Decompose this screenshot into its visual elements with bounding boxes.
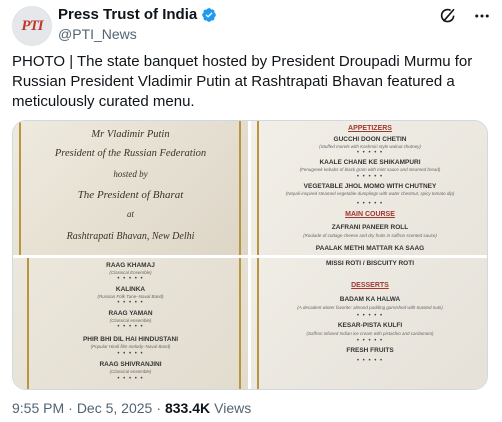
music-name: RAAG YAMAN	[108, 310, 153, 317]
pti-logo: PTI	[21, 17, 43, 34]
card-line: hosted by	[113, 169, 148, 179]
media-grid: Mr Vladimir Putin President of the Russi…	[12, 120, 488, 390]
timestamp-date[interactable]: Dec 5, 2025	[77, 400, 153, 416]
views-count[interactable]: 833.4K	[165, 400, 210, 416]
dish-name: ZAFRANI PANEER ROLL	[331, 224, 409, 231]
card-border	[27, 258, 29, 389]
menu-heading: APPETIZERS	[348, 125, 392, 132]
music-desc: (Russian Folk Tune–Naval Band)	[97, 294, 164, 299]
photo-menu-card[interactable]: Mr Vladimir Putin President of the Russi…	[13, 121, 248, 255]
more-icon[interactable]	[472, 6, 492, 26]
dish-desc: (Nepali-inspired steamed vegetable dumpl…	[285, 191, 455, 196]
tweet-meta: 9:55 PM · Dec 5, 2025 · 833.4K Views	[12, 400, 251, 416]
display-name[interactable]: Press Trust of India	[58, 6, 197, 23]
separator: ·	[156, 400, 161, 416]
dish-name: PAALAK METHI MATTAR KA SAAG	[315, 245, 425, 252]
views-label: Views	[214, 400, 252, 416]
music-name: RAAG SHIVRANJINI	[99, 361, 162, 368]
music-desc: (Classical ensemble)	[109, 369, 152, 374]
card-border	[239, 258, 241, 389]
dish-name: GUCCHI DOON CHETIN	[333, 136, 407, 143]
avatar[interactable]: PTI	[12, 6, 52, 46]
menu-heading: MAIN COURSE	[345, 211, 395, 218]
stars: • • • • •	[117, 351, 144, 357]
stars: • • • • •	[356, 174, 384, 180]
dish-desc: (Stuffed morels with Kashmiri style waln…	[319, 144, 421, 149]
dish-name: KESAR-PISTA KULFI	[337, 322, 403, 329]
stars: • • • • •	[117, 324, 144, 330]
music-name: KALINKA	[115, 286, 146, 293]
dish-name: BADAM KA HALWA	[339, 296, 401, 303]
dish-desc: (Roulade of cottage cheese and dry fruit…	[303, 233, 437, 238]
card-line: at	[126, 209, 134, 219]
dish-desc: (A decadent winter favorite: almond pudd…	[297, 305, 443, 310]
card-line: Mr Vladimir Putin	[91, 129, 170, 140]
menu-heading: DESSERTS	[351, 282, 389, 289]
music-desc: (Classical Ensemble)	[109, 270, 152, 275]
stars: • • • • •	[117, 276, 144, 282]
music-desc: (Classical ensemble)	[109, 318, 152, 323]
music-name: RAAG KHAMAJ	[106, 262, 155, 269]
timestamp-time[interactable]: 9:55 PM	[12, 400, 64, 416]
card-line: The President of Bharat	[77, 189, 184, 201]
photo-menu-food[interactable]: APPETIZERS GUCCHI DOON CHETIN (Stuffed m…	[251, 121, 487, 255]
stars: • • • • •	[356, 338, 384, 344]
dish-desc: (Fenugreek kebabs of black gram with min…	[299, 167, 441, 172]
card-line: Rashtrapati Bhavan, New Delhi	[66, 231, 195, 242]
photo-menu-music[interactable]: RAAG KHAMAJ (Classical Ensemble) • • • •…	[13, 258, 248, 389]
tweet[interactable]: PTI Press Trust of India @PTI_News PHOTO…	[0, 0, 502, 422]
handle[interactable]: @PTI_News	[58, 26, 137, 42]
tweet-text: PHOTO | The state banquet hosted by Pres…	[12, 53, 473, 110]
grok-icon[interactable]	[438, 6, 458, 26]
music-desc: (Popular Hindi film melody–Naval Band)	[90, 344, 171, 349]
stars: • • • • •	[356, 150, 384, 156]
dish-name: KAALE CHANE KE SHIKAMPURI	[319, 159, 421, 166]
dish-name: MISSI ROTI / BISCUITY ROTI	[326, 260, 414, 267]
separator: ·	[68, 400, 73, 416]
stars: • • • • •	[356, 313, 384, 319]
header-actions	[438, 6, 492, 26]
dish-desc: (Saffron infused Indian ice cream with p…	[306, 331, 434, 336]
author-name-row[interactable]: Press Trust of India	[58, 6, 217, 23]
photo-menu-dessert[interactable]: MISSI ROTI / BISCUITY ROTI DESSERTS BADA…	[251, 258, 487, 389]
card-line: President of the Russian Federation	[54, 148, 207, 159]
stars: • • • • •	[117, 376, 144, 382]
stars: • • • • •	[356, 201, 384, 207]
dish-name: FRESH FRUITS	[346, 347, 394, 354]
card-border	[19, 121, 21, 255]
card-border	[239, 121, 241, 255]
stars: • • • • •	[356, 358, 384, 364]
music-name: PHIR BHI DIL HAI HINDUSTANI	[82, 336, 179, 343]
verified-badge-icon	[202, 7, 217, 22]
dish-name: VEGETABLE JHOL MOMO WITH CHUTNEY	[303, 183, 437, 190]
stars: • • • • •	[117, 300, 144, 306]
